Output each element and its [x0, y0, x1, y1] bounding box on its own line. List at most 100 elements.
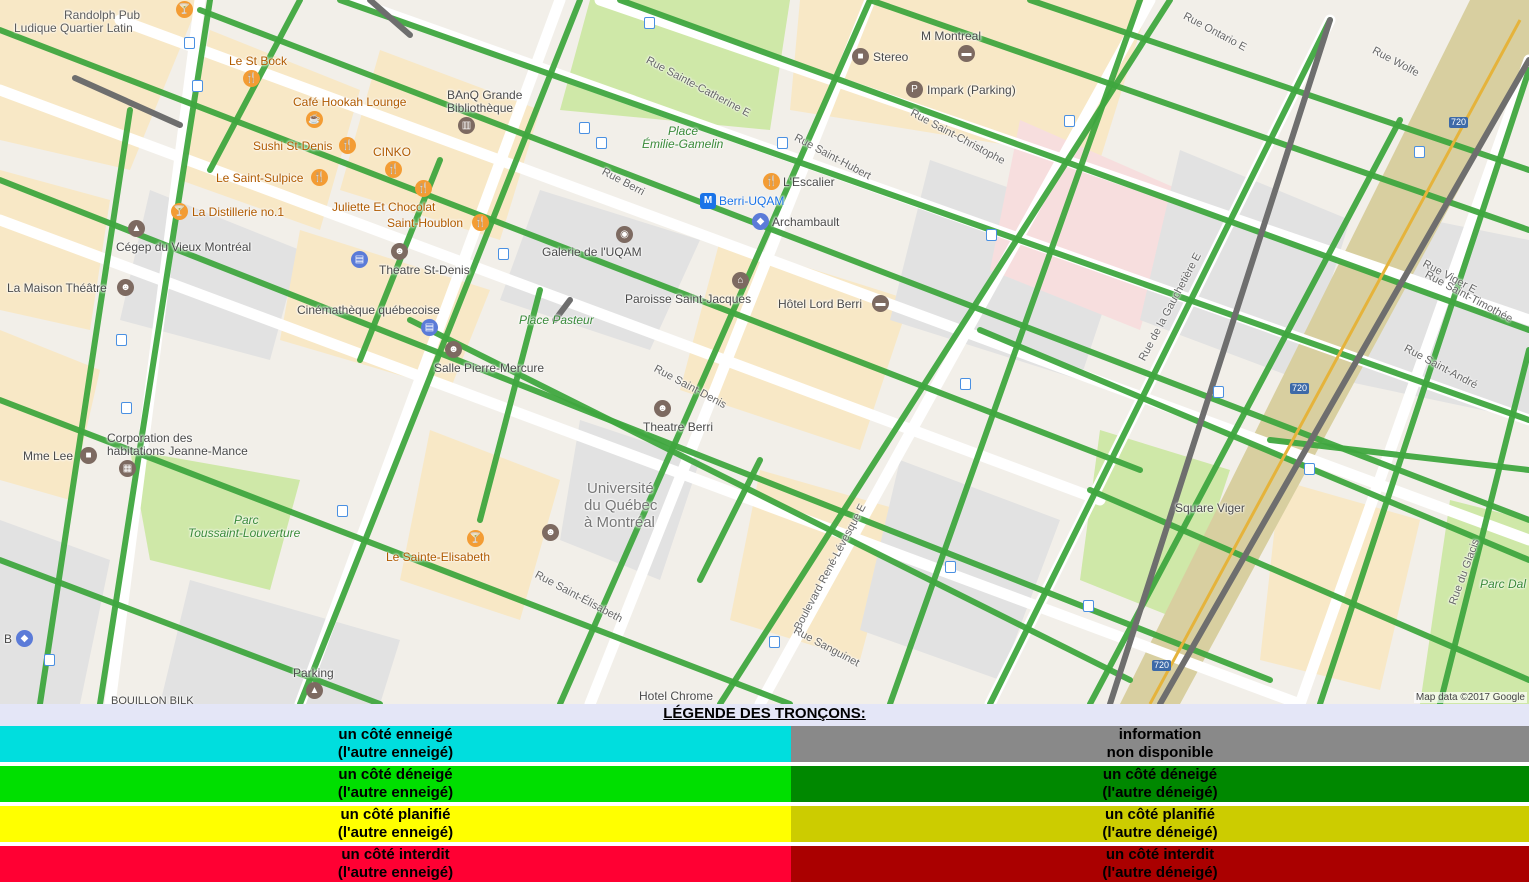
legend-label-line1: un côté planifié: [1104, 806, 1215, 823]
bus-stop-icon[interactable]: [184, 37, 195, 49]
place-label: Sushi St-Denis: [253, 139, 333, 153]
place-label: Juliette Et Chocolat: [332, 200, 436, 214]
bus-stop-icon[interactable]: [498, 248, 509, 260]
bus-stop-icon[interactable]: [1304, 463, 1315, 475]
place-label: Impark (Parking): [927, 83, 1016, 97]
place-label: Le Sainte-Elisabeth: [386, 550, 491, 564]
theatre-icon[interactable]: ☻: [117, 279, 134, 296]
bus-stop-icon[interactable]: [986, 229, 997, 241]
place-label: Mme Lee: [23, 449, 74, 463]
restaurant-icon[interactable]: 🍴: [415, 180, 432, 197]
park-label: Place Pasteur: [519, 313, 594, 327]
place-label: Hotel Chrome: [639, 689, 714, 703]
place-label: Corporation des: [107, 431, 193, 445]
school-icon[interactable]: ▲: [306, 682, 323, 699]
park-label: Place: [668, 124, 699, 138]
highway-shield: 720: [1449, 117, 1469, 128]
metro-label: Berri-UQAM: [719, 194, 785, 208]
bus-stop-icon[interactable]: [121, 402, 132, 414]
place-label: Hôtel Lord Berri: [778, 297, 863, 311]
library-icon[interactable]: ▥: [458, 117, 475, 134]
bus-stop-icon[interactable]: [945, 561, 956, 573]
metro-icon[interactable]: M: [700, 193, 716, 209]
bar-icon[interactable]: 🍸: [171, 203, 188, 220]
bus-stop-icon[interactable]: [192, 80, 203, 92]
legend-row: un côté déneigé (l'autre enneigé) un côté …: [0, 766, 1529, 802]
theatre-icon[interactable]: ☻: [542, 524, 559, 541]
bus-stop-icon[interactable]: [644, 17, 655, 29]
bus-stop-icon[interactable]: [1083, 600, 1094, 612]
restaurant-icon[interactable]: 🍴: [763, 173, 780, 190]
bus-stop-icon[interactable]: [960, 378, 971, 390]
place-label: Archambault: [772, 215, 840, 229]
restaurant-icon[interactable]: 🍴: [472, 214, 489, 231]
place-label: L'Escalier: [783, 175, 835, 189]
place-label: Salle Pierre-Mercure: [434, 361, 545, 375]
place-label: B: [4, 632, 13, 646]
map-view[interactable]: Randolph Pub Ludique Quartier Latin 🍸 Le…: [0, 0, 1529, 704]
museum-icon[interactable]: ◉: [616, 226, 633, 243]
restaurant-icon[interactable]: 🍴: [243, 70, 260, 87]
theatre-icon[interactable]: ☻: [654, 400, 671, 417]
park-label: Parc Dal: [1480, 577, 1527, 591]
place-label: Ludique Quartier Latin: [14, 21, 133, 35]
campus-label: du Québec: [584, 497, 658, 514]
venue-icon[interactable]: ■: [80, 447, 97, 464]
place-label: BOUILLON BILK: [111, 695, 194, 704]
bus-stop-icon[interactable]: [1064, 115, 1075, 127]
legend-label-line1: un côté planifié: [340, 806, 451, 823]
place-label: Theatre St-Denis: [379, 263, 470, 277]
cinema-icon[interactable]: ▤: [421, 319, 438, 336]
parking-icon[interactable]: P: [906, 81, 923, 98]
legend-label-line1: information: [1118, 726, 1202, 743]
place-label: Theatre Berri: [643, 420, 714, 434]
theatre-icon[interactable]: ☻: [391, 243, 408, 260]
bus-stop-icon[interactable]: [769, 636, 780, 648]
bus-stop-icon[interactable]: [777, 137, 788, 149]
church-icon[interactable]: ⌂: [732, 272, 749, 289]
theatre-icon[interactable]: ☻: [445, 341, 462, 358]
venue-icon[interactable]: ■: [852, 48, 869, 65]
legend-swatch-left: un côté déneigé (l'autre enneigé): [0, 766, 791, 802]
bus-stop-icon[interactable]: [1414, 146, 1425, 158]
place-label: Cinémathèque québecoise: [297, 303, 440, 317]
map-attribution: Map data ©2017 Google: [1413, 692, 1527, 703]
school-icon[interactable]: ▲: [128, 220, 145, 237]
legend-swatch-left: un côté interdit (l'autre enneigé): [0, 846, 791, 882]
place-label: La Maison Théâtre: [7, 281, 107, 295]
place-label: Paroisse Saint-Jacques: [625, 292, 752, 306]
legend-label-line2: (l'autre enneigé): [337, 824, 454, 841]
bus-stop-icon[interactable]: [579, 122, 590, 134]
hotel-icon[interactable]: ▬: [958, 45, 975, 62]
hotel-icon[interactable]: ▬: [872, 295, 889, 312]
building-icon[interactable]: ▦: [119, 460, 136, 477]
legend-rows: un côté enneigé (l'autre enneigé) informat…: [0, 726, 1529, 882]
restaurant-icon[interactable]: 🍴: [339, 137, 356, 154]
bus-stop-icon[interactable]: [596, 137, 607, 149]
park-label: Émilie-Gamelin: [642, 137, 724, 151]
bar-icon[interactable]: 🍸: [176, 1, 193, 18]
legend-label-line2: (l'autre déneigé): [1102, 784, 1218, 801]
shopping-icon[interactable]: ◆: [752, 213, 769, 230]
highway-shield: 720: [1290, 383, 1310, 394]
legend-label-line1: un côté déneigé: [1102, 766, 1218, 783]
legend-swatch-right: un côté planifié (l'autre déneigé): [791, 806, 1529, 842]
cafe-icon[interactable]: ☕: [306, 111, 323, 128]
place-label: M Montreal: [921, 29, 982, 43]
legend-title: LÉGENDE DES TRONÇONS:: [0, 704, 1529, 726]
legend-swatch-right: information non disponible: [791, 726, 1529, 762]
place-label: Cégep du Vieux Montréal: [116, 240, 252, 254]
place-label: Parking: [293, 666, 334, 680]
shopping-icon[interactable]: ◆: [16, 630, 33, 647]
bus-stop-icon[interactable]: [44, 654, 55, 666]
place-label: habitations Jeanne-Mance: [107, 444, 248, 458]
cinema-icon[interactable]: ▤: [351, 251, 368, 268]
park-label: Parc: [234, 513, 259, 527]
bar-icon[interactable]: 🍸: [467, 530, 484, 547]
bus-stop-icon[interactable]: [116, 334, 127, 346]
bus-stop-icon[interactable]: [1213, 386, 1224, 398]
legend-row: un côté enneigé (l'autre enneigé) informat…: [0, 726, 1529, 762]
restaurant-icon[interactable]: 🍴: [385, 161, 402, 178]
restaurant-icon[interactable]: 🍴: [311, 169, 328, 186]
bus-stop-icon[interactable]: [337, 505, 348, 517]
